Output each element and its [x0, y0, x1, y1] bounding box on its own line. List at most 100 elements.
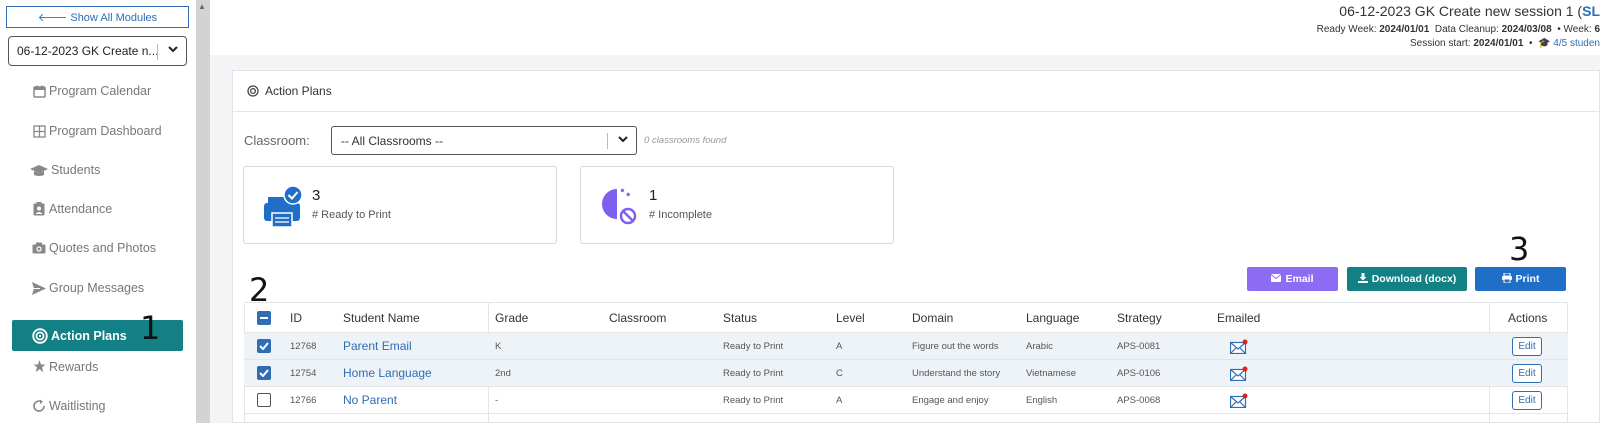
header-language[interactable]: Language: [1026, 303, 1079, 332]
header-status[interactable]: Status: [723, 303, 757, 332]
download-icon: [1357, 272, 1368, 286]
header-level[interactable]: Level: [836, 303, 865, 332]
sidebar: 🡐 Show All Modules 06-12-2023 GK Create …: [0, 0, 195, 423]
edit-button-label: Edit: [1512, 363, 1542, 383]
select-divider: [607, 133, 608, 149]
email-status-icon[interactable]: [1230, 387, 1248, 413]
sidebar-item-rewards[interactable]: Rewards: [32, 355, 98, 379]
cell-status: Ready to Print: [723, 367, 784, 379]
cell-level: C: [836, 367, 843, 379]
sidebar-item-label: Action Plans: [51, 328, 127, 343]
select-divider: [157, 44, 158, 60]
table-header-row: ID Student Name Grade Classroom Status L…: [244, 303, 1568, 333]
edit-button[interactable]: Edit: [1512, 360, 1542, 386]
sidebar-item-program-calendar[interactable]: Program Calendar: [32, 79, 151, 103]
students-count-link[interactable]: 🎓 4/5 studen: [1538, 38, 1600, 49]
header-student-name[interactable]: Student Name: [343, 303, 420, 332]
email-button[interactable]: Email: [1247, 267, 1338, 291]
ready-week-label: Ready Week:: [1316, 24, 1380, 35]
row-checkbox[interactable]: [257, 360, 271, 386]
show-all-modules-button[interactable]: 🡐 Show All Modules: [6, 6, 189, 28]
sidebar-item-group-messages[interactable]: Group Messages: [32, 276, 144, 300]
email-status-icon[interactable]: [1230, 360, 1248, 386]
sidebar-item-label: Waitlisting: [49, 399, 106, 413]
star-icon: [32, 360, 46, 374]
cell-language: English: [1026, 394, 1058, 406]
print-button[interactable]: Print: [1475, 267, 1566, 291]
header-emailed[interactable]: Emailed: [1217, 303, 1260, 332]
ready-to-print-label: # Ready to Print: [312, 209, 391, 221]
cell-id: 12768: [290, 340, 317, 352]
classroom-select-value: -- All Classrooms --: [341, 133, 444, 148]
select-all-checkbox[interactable]: [257, 303, 271, 332]
ready-to-print-card[interactable]: 3 # Ready to Print: [243, 166, 557, 244]
page-header: 06-12-2023 GK Create new session 1 (SL R…: [210, 0, 1600, 55]
edit-button[interactable]: Edit: [1512, 333, 1542, 359]
edit-button-label: Edit: [1512, 336, 1542, 356]
action-plans-table: ID Student Name Grade Classroom Status L…: [244, 302, 1568, 423]
row-checkbox[interactable]: [257, 387, 271, 413]
cell-id: 12766: [290, 394, 317, 406]
session-title: 06-12-2023 GK Create new session 1 (SL: [1339, 3, 1600, 19]
table-row[interactable]: 12768 Parent Email K Ready to Print A Fi…: [244, 333, 1568, 360]
row-checkbox[interactable]: [257, 333, 271, 359]
sidebar-item-label: Program Dashboard: [49, 124, 162, 138]
table-row[interactable]: 12754 Home Language 2nd Ready to Print C…: [244, 360, 1568, 387]
scroll-up-icon[interactable]: ▲: [198, 2, 206, 11]
ready-week-value: 2024/01/01: [1379, 24, 1430, 35]
bullseye-icon: [247, 85, 259, 97]
cell-student-name[interactable]: Home Language: [343, 360, 432, 386]
sidebar-item-waitlisting[interactable]: Waitlisting: [32, 394, 106, 418]
incomplete-card[interactable]: 1 # Incomplete: [580, 166, 894, 244]
data-cleanup-label: Data Cleanup:: [1434, 24, 1502, 35]
table-row[interactable]: 12766 No Parent - Ready to Print A Engag…: [244, 387, 1568, 414]
sidebar-item-label: Group Messages: [49, 281, 145, 295]
download-docx-button[interactable]: Download (docx): [1347, 267, 1467, 291]
header-domain[interactable]: Domain: [912, 303, 953, 332]
envelope-icon: [1271, 273, 1282, 285]
header-id[interactable]: ID: [290, 303, 302, 332]
session-select[interactable]: 06-12-2023 GK Create n...: [8, 36, 187, 66]
sidebar-item-attendance[interactable]: Attendance: [32, 197, 112, 221]
cell-status: Ready to Print: [723, 394, 784, 406]
cell-id: 12754: [290, 367, 317, 379]
edit-button[interactable]: Edit: [1512, 387, 1542, 413]
chevron-down-icon[interactable]: [168, 43, 178, 57]
header-strategy[interactable]: Strategy: [1117, 303, 1162, 332]
panel-title: Action Plans: [265, 84, 332, 98]
email-status-icon[interactable]: [1230, 333, 1248, 359]
session-meta-line-2: Session start: 2024/01/01 • 🎓 4/5 studen: [1410, 38, 1600, 49]
printer-check-icon: [262, 185, 303, 228]
refresh-icon: [32, 399, 46, 413]
sidebar-scrollbar[interactable]: ▲: [196, 0, 210, 423]
download-button-label: Download (docx): [1371, 273, 1457, 285]
session-title-link[interactable]: SL: [1582, 3, 1600, 19]
cell-student-name[interactable]: Parent Email: [343, 333, 412, 359]
panel-header: Action Plans: [233, 71, 1599, 112]
classroom-select[interactable]: -- All Classrooms --: [331, 126, 637, 155]
cell-strategy: APS-0081: [1117, 340, 1161, 352]
cell-student-name[interactable]: No Parent: [343, 387, 397, 413]
cell-level: A: [836, 340, 843, 352]
cell-level: A: [836, 394, 843, 406]
sidebar-item-quotes-photos[interactable]: Quotes and Photos: [32, 236, 156, 260]
print-button-label: Print: [1515, 273, 1540, 285]
session-title-text: 06-12-2023 GK Create new session 1 (: [1339, 3, 1583, 19]
paper-plane-icon: [32, 281, 46, 295]
header-grade[interactable]: Grade: [495, 303, 528, 332]
cell-language: Vietnamese: [1026, 367, 1076, 379]
chevron-down-icon[interactable]: [618, 133, 628, 147]
classroom-count: 0 classrooms found: [644, 135, 727, 146]
sidebar-item-label: Program Calendar: [49, 84, 152, 98]
incomplete-label: # Incomplete: [649, 209, 712, 221]
header-classroom[interactable]: Classroom: [609, 303, 666, 332]
cell-domain: Figure out the words: [912, 340, 999, 352]
sidebar-item-program-dashboard[interactable]: Program Dashboard: [32, 119, 162, 143]
sidebar-item-students[interactable]: Students: [30, 158, 100, 182]
annotation-three: 3: [1509, 230, 1530, 268]
cell-strategy: APS-0068: [1117, 394, 1161, 406]
calendar-icon: [32, 84, 46, 98]
incomplete-pie-icon: [599, 185, 639, 227]
annotation-one: 1: [140, 309, 161, 347]
incomplete-count: 1: [649, 187, 658, 204]
